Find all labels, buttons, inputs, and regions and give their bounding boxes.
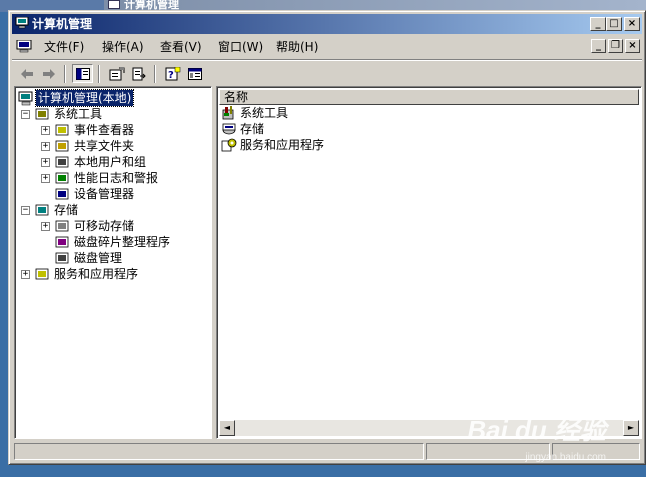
console-icon[interactable] xyxy=(16,40,32,53)
window-titlebar[interactable]: 计算机管理 _ □ × xyxy=(12,14,642,34)
system-tools-icon xyxy=(35,108,49,120)
watermark-logo: Bai du 经验 xyxy=(467,415,606,445)
description-bar-icon xyxy=(187,67,202,80)
forward-icon xyxy=(42,68,55,79)
toolbar-separator xyxy=(64,65,66,83)
menu-help[interactable]: 帮助(H) xyxy=(274,39,320,56)
computer-icon xyxy=(18,91,33,106)
minimize-button[interactable]: _ xyxy=(590,17,606,31)
device-manager-icon xyxy=(55,188,69,200)
back-icon xyxy=(20,68,33,79)
scroll-right-button[interactable]: ► xyxy=(623,420,639,436)
expand-icon[interactable]: + xyxy=(41,126,50,135)
column-header-name[interactable]: 名称 xyxy=(219,89,639,105)
help-button[interactable]: ? xyxy=(162,64,183,83)
tree-item-label: 存储 xyxy=(54,203,79,217)
tree-item-label: 性能日志和警报 xyxy=(74,171,159,185)
window-title: 计算机管理 xyxy=(32,17,93,31)
status-cell-main xyxy=(14,443,424,460)
tree-item-label: 设备管理器 xyxy=(74,187,135,201)
close-button[interactable]: × xyxy=(624,17,640,31)
menu-window[interactable]: 窗口(W) xyxy=(216,39,265,56)
back-button[interactable] xyxy=(16,64,37,83)
expand-icon[interactable]: + xyxy=(41,142,50,151)
list-item-label: 存储 xyxy=(240,122,265,136)
export-list-icon xyxy=(132,67,146,80)
storage-icon xyxy=(35,204,49,216)
child-minimize-button[interactable]: _ xyxy=(591,39,606,53)
tree-item-label: 可移动存储 xyxy=(74,219,135,233)
expand-icon[interactable]: + xyxy=(41,158,50,167)
tree-item-label: 共享文件夹 xyxy=(74,139,135,153)
tree-item-label: 磁盘碎片整理程序 xyxy=(74,235,171,249)
watermark-url: jingyan.baidu.com xyxy=(525,452,606,463)
list-item-label: 服务和应用程序 xyxy=(240,138,325,152)
menu-toolbar-divider xyxy=(12,59,642,61)
shared-folders-icon xyxy=(55,140,69,152)
toolbar-separator xyxy=(98,65,100,83)
svg-text:?: ? xyxy=(168,70,174,81)
collapse-icon[interactable]: − xyxy=(21,206,30,215)
scroll-left-button[interactable]: ◄ xyxy=(219,420,235,436)
storage-icon xyxy=(222,123,236,135)
list-item-label: 系统工具 xyxy=(240,106,289,120)
collapse-icon[interactable]: − xyxy=(21,110,30,119)
local-users-groups-icon xyxy=(55,156,69,168)
background-window-titlebar[interactable]: 计算机管理 xyxy=(104,0,646,10)
computer-management-window: 计算机管理 _ □ × 文件(F) 操作(A) 查看(V) 窗口(W) 帮助(H… xyxy=(8,10,646,465)
expand-icon[interactable]: + xyxy=(41,222,50,231)
toolbar-separator xyxy=(154,65,156,83)
menu-file[interactable]: 文件(F) xyxy=(42,39,86,56)
tree-item-label: 系统工具 xyxy=(54,107,103,121)
maximize-button[interactable]: □ xyxy=(606,17,622,31)
menu-view[interactable]: 查看(V) xyxy=(158,39,204,56)
details-pane[interactable]: 名称 系统工具 存储 服务和应用程序 ◄ ► xyxy=(216,86,642,439)
show-hide-tree-button[interactable] xyxy=(72,64,93,83)
disk-management-icon xyxy=(55,252,69,264)
computer-icon xyxy=(108,0,120,9)
properties-icon xyxy=(109,66,124,80)
tree-item-label: 磁盘管理 xyxy=(74,251,123,265)
performance-logs-icon xyxy=(55,172,69,184)
menu-bar: 文件(F) 操作(A) 查看(V) 窗口(W) 帮助(H) _ ❐ × xyxy=(12,36,642,58)
event-viewer-icon xyxy=(55,124,69,136)
background-window-title: 计算机管理 xyxy=(124,0,179,10)
tree-item-label: 服务和应用程序 xyxy=(54,267,139,281)
child-restore-button[interactable]: ❐ xyxy=(608,39,623,53)
help-icon: ? xyxy=(165,66,180,81)
toolbar: ? xyxy=(12,62,642,86)
export-list-button[interactable] xyxy=(128,64,149,83)
services-applications-icon xyxy=(35,268,49,280)
expand-icon[interactable]: + xyxy=(21,270,30,279)
tree-item-label: 本地用户和组 xyxy=(74,155,147,169)
disk-defragmenter-icon xyxy=(55,236,69,248)
menu-action[interactable]: 操作(A) xyxy=(100,39,146,56)
console-tree[interactable]: 计算机管理(本地) − 系统工具 + 事件查看器 + 共享文件夹 + 本地用户和组 + 性能日志和… xyxy=(14,86,212,439)
forward-button[interactable] xyxy=(38,64,59,83)
child-close-button[interactable]: × xyxy=(625,39,640,53)
removable-storage-icon xyxy=(55,220,69,232)
show-hide-tree-icon xyxy=(75,67,90,80)
system-tools-icon xyxy=(222,106,234,120)
properties-button[interactable] xyxy=(106,64,127,83)
description-bar-button[interactable] xyxy=(184,64,205,83)
tree-root-label: 计算机管理(本地) xyxy=(34,89,135,107)
tree-item-label: 事件查看器 xyxy=(74,123,135,137)
computer-management-icon xyxy=(15,17,29,29)
services-applications-icon xyxy=(221,138,237,152)
expand-icon[interactable]: + xyxy=(41,174,50,183)
